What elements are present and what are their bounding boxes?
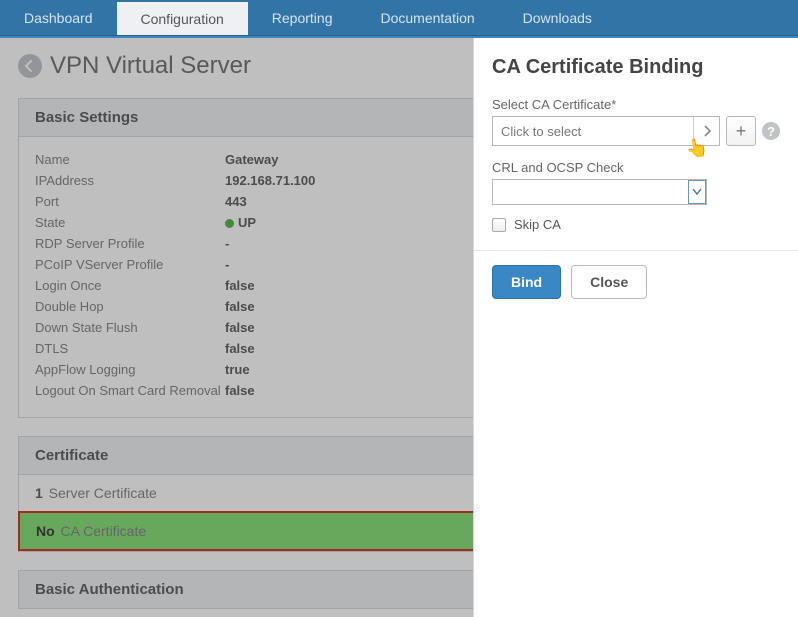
status-up-icon [225, 219, 234, 228]
label-appflow: AppFlow Logging [35, 362, 225, 377]
label-pcoip: PCoIP VServer Profile [35, 257, 225, 272]
chevron-right-icon[interactable] [693, 117, 719, 145]
value-dtls: false [225, 341, 255, 356]
skip-ca-checkbox[interactable] [492, 218, 506, 232]
select-ca-label: Select CA Certificate* [492, 97, 780, 112]
chevron-down-icon[interactable] [688, 180, 706, 204]
label-loginonce: Login Once [35, 278, 225, 293]
tab-downloads[interactable]: Downloads [499, 0, 616, 35]
crl-label: CRL and OCSP Check [492, 160, 780, 175]
label-rdp: RDP Server Profile [35, 236, 225, 251]
value-pcoip: - [225, 257, 229, 272]
skip-ca-label: Skip CA [514, 217, 561, 232]
label-doublehop: Double Hop [35, 299, 225, 314]
label-state: State [35, 215, 225, 230]
top-nav: Dashboard Configuration Reporting Docume… [0, 0, 798, 36]
page-title: VPN Virtual Server [50, 52, 251, 80]
value-appflow: true [225, 362, 250, 377]
value-name: Gateway [225, 152, 278, 167]
bind-button[interactable]: Bind [492, 265, 561, 299]
divider [474, 250, 798, 251]
value-port: 443 [225, 194, 247, 209]
label-downstate: Down State Flush [35, 320, 225, 335]
add-ca-button[interactable]: + [726, 116, 756, 146]
value-rdp: - [225, 236, 229, 251]
tab-reporting[interactable]: Reporting [248, 0, 357, 35]
ca-binding-flyout: CA Certificate Binding Select CA Certifi… [473, 38, 798, 617]
label-dtls: DTLS [35, 341, 225, 356]
value-loginonce: false [225, 278, 255, 293]
close-button[interactable]: Close [571, 265, 647, 299]
crl-ocsp-select[interactable] [492, 179, 707, 205]
value-logoutsc: false [225, 383, 255, 398]
value-doublehop: false [225, 299, 255, 314]
label-logoutsc: Logout On Smart Card Removal [35, 383, 225, 398]
value-state: UP [225, 215, 256, 230]
label-name: Name [35, 152, 225, 167]
select-ca-certificate[interactable]: Click to select [492, 116, 720, 146]
label-ip: IPAddress [35, 173, 225, 188]
tab-configuration[interactable]: Configuration [117, 0, 248, 35]
tab-documentation[interactable]: Documentation [356, 0, 498, 35]
tab-dashboard[interactable]: Dashboard [0, 0, 117, 35]
value-downstate: false [225, 320, 255, 335]
label-port: Port [35, 194, 225, 209]
back-icon[interactable] [18, 54, 42, 78]
flyout-title: CA Certificate Binding [492, 56, 780, 79]
help-icon[interactable]: ? [762, 122, 780, 140]
value-ip: 192.168.71.100 [225, 173, 315, 188]
select-ca-placeholder: Click to select [493, 124, 693, 139]
